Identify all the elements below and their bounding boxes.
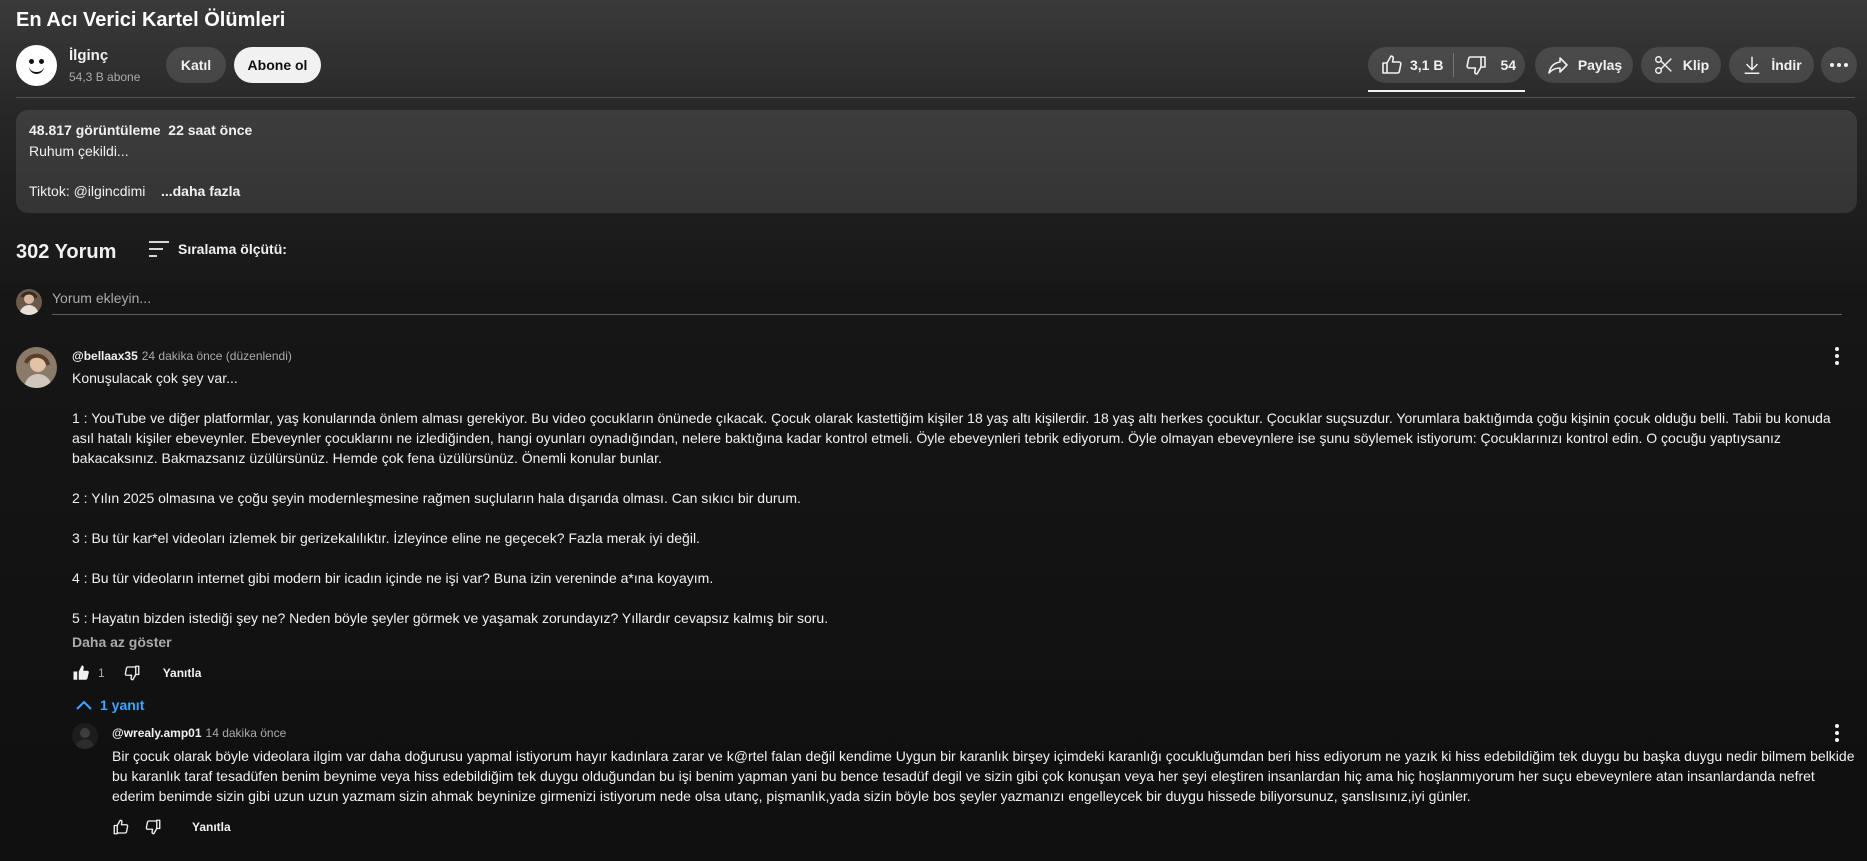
share-icon [1548,57,1568,74]
sort-label: Sıralama ölçütü: [178,241,287,257]
comment-menu-button[interactable] [1825,344,1849,368]
comments-count: 302 Yorum [16,241,117,263]
show-less-link[interactable]: Daha az göster [72,634,172,650]
comment-actions: 1 Yanıtla [72,664,201,682]
clip-label: Klip [1682,57,1710,73]
thumb-up-icon[interactable] [112,818,130,836]
more-horizontal-icon [1830,63,1848,67]
more-vertical-icon [1835,724,1839,742]
more-vertical-icon [1835,347,1839,365]
view-count: 48.817 görüntüleme [29,122,161,138]
thumb-up-icon [1382,55,1402,74]
description-box[interactable] [16,110,1857,213]
avatar-eye-right [39,59,44,64]
more-actions-button[interactable] [1821,47,1857,83]
thumb-down-icon[interactable] [144,818,162,836]
like-count: 3,1 B [1410,57,1444,73]
dislike-count: 54 [1500,57,1517,73]
commenter-avatar[interactable] [16,347,57,388]
like-separator [1453,53,1455,77]
reply-avatar[interactable] [72,723,98,749]
download-button[interactable]: İndir [1729,47,1814,83]
channel-avatar[interactable] [16,45,57,86]
chevron-up-icon [76,700,92,710]
sort-icon [149,241,169,257]
subscribe-button[interactable]: Abone ol [234,47,321,83]
add-comment-input[interactable]: Yorum ekleyin... [52,290,151,306]
reply-menu-button[interactable] [1825,721,1849,745]
replies-count: 1 yanıt [100,697,145,713]
user-avatar [16,289,42,315]
comment-author[interactable]: @bellaax35 [72,349,138,363]
clip-button[interactable]: Klip [1641,47,1721,83]
dislike-button[interactable]: 54 [1464,47,1516,83]
show-more-link[interactable]: ...daha fazla [161,183,240,199]
replies-toggle[interactable]: 1 yanıt [76,697,144,713]
channel-name[interactable]: İlginç [69,47,108,64]
download-icon [1744,56,1760,74]
sort-button[interactable]: Sıralama ölçütü: [148,240,287,258]
reply-author[interactable]: @wrealy.amp01 [112,726,202,740]
reply-button[interactable]: Yanıtla [192,820,231,834]
scissors-icon [1654,56,1672,74]
like-button[interactable]: 3,1 B [1368,47,1443,83]
reply-header: @wrealy.amp01 14 dakika önce [112,726,286,740]
join-button[interactable]: Katıl [166,47,226,83]
comment-time[interactable]: 24 dakika önce (düzenlendi) [142,349,292,363]
description-tiktok-line: Tiktok: @ilgincdimi ...daha fazla [29,183,240,199]
reply-text: Bir çocuk olarak böyle videolara ilgim v… [112,748,1859,804]
thumb-up-icon[interactable] [72,664,90,682]
description-meta: 48.817 görüntüleme 22 saat önce [29,122,252,138]
share-label: Paylaş [1577,57,1623,73]
add-comment-underline [52,314,1842,315]
comment-like-count: 1 [98,666,105,680]
share-button[interactable]: Paylaş [1535,47,1633,83]
thumb-down-icon[interactable] [123,664,141,682]
like-indicator [1368,90,1525,92]
reply-button[interactable]: Yanıtla [163,666,202,680]
comment-header: @bellaax35 24 dakika önce (düzenlendi) [72,349,292,363]
tiktok-handle: Tiktok: @ilgincdimi [29,183,146,199]
avatar-eye-left [29,59,34,64]
divider [16,97,1855,98]
reply-actions: Yanıtla [112,818,231,836]
like-dislike-group: 3,1 B 54 [1368,47,1525,83]
video-title: En Acı Verici Kartel Ölümleri [16,9,286,31]
avatar-mouth [29,66,44,74]
comment-text: Konuşulacak çok şey var... 1 : YouTube v… [72,370,1831,626]
reply-time[interactable]: 14 dakika önce [206,726,287,740]
thumb-down-icon [1466,56,1487,75]
description-line: Ruhum çekildi... [29,143,129,159]
subscriber-count: 54,3 B abone [69,70,141,84]
upload-time: 22 saat önce [168,122,253,138]
download-label: İndir [1771,57,1802,73]
